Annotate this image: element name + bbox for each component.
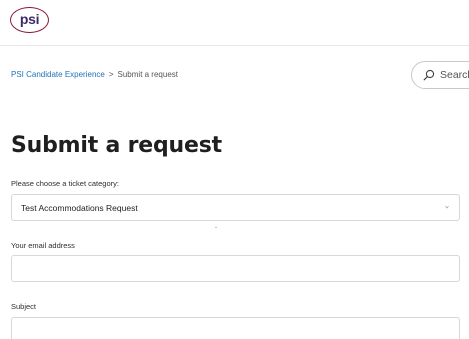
page: psi PSI Candidate Experience > Submit a re… (0, 0, 469, 339)
psi-logo[interactable]: psi (10, 7, 49, 33)
breadcrumb-home-link[interactable]: PSI Candidate Experience (11, 70, 105, 79)
chevron-down-icon (445, 205, 449, 209)
email-label: Your email address (11, 241, 75, 250)
page-title: Submit a request (11, 133, 222, 158)
breadcrumb-current: Submit a request (117, 70, 178, 79)
ticket-category-label: Please choose a ticket category: (11, 179, 119, 188)
subject-field[interactable] (11, 317, 460, 339)
subject-label: Subject (11, 302, 37, 311)
breadcrumb-separator: > (108, 70, 114, 79)
search-input[interactable]: Search (411, 61, 469, 89)
ticket-category-value: Test Accommodations Request (21, 203, 138, 213)
ticket-category-select[interactable]: Test Accommodations Request (11, 194, 460, 221)
header-divider (0, 45, 469, 46)
breadcrumb: PSI Candidate Experience > Submit a reques… (11, 70, 178, 79)
decorative-dot (215, 227, 217, 228)
email-field[interactable] (11, 255, 460, 282)
header: psi (0, 0, 469, 46)
logo-text: psi (19, 11, 40, 27)
search-icon (423, 69, 435, 81)
search-placeholder: Search (440, 69, 469, 81)
